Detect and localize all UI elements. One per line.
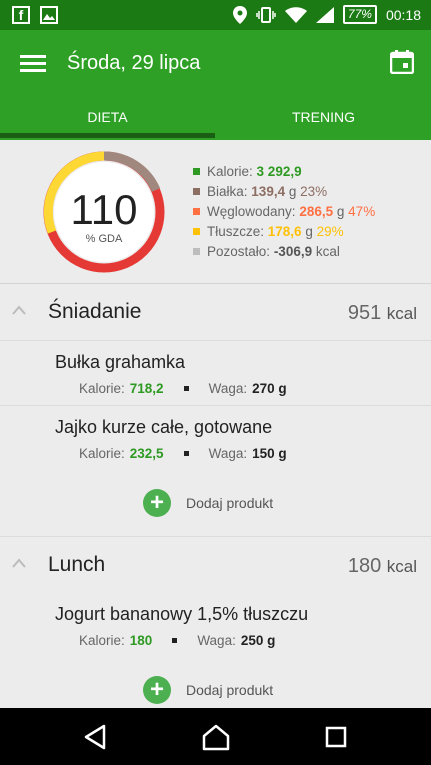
chevron-up-icon[interactable] — [12, 557, 26, 569]
image-icon — [40, 6, 58, 24]
chevron-up-icon[interactable] — [12, 304, 26, 316]
food-item[interactable]: Bułka grahamka Kalorie: 718,2 Waga: 270 g — [0, 341, 431, 406]
legend-weglowodany: Węglowodany: 286,5 g 47% — [193, 204, 375, 224]
legend-dot — [193, 208, 200, 215]
legend-dot — [193, 168, 200, 175]
legend-dot — [193, 228, 200, 235]
legend-value: 139,4 — [251, 184, 286, 199]
battery-icon: 77% — [342, 5, 377, 24]
legend-pozostalo: Pozostało: -306,9 kcal — [193, 244, 375, 264]
legend-kalorie: Kalorie: 3 292,9 — [193, 164, 375, 184]
legend-tluszcze: Tłuszcze: 178,6 g 29% — [193, 224, 375, 244]
location-icon — [232, 5, 247, 24]
food-meta: Kalorie: 718,2 Waga: 270 g — [79, 381, 287, 396]
nutrition-legend: Kalorie: 3 292,9 Białka: 139,4 g 23% Węg… — [193, 164, 375, 264]
food-name: Bułka grahamka — [55, 352, 186, 372]
food-name: Jogurt bananowy 1,5% tłuszczu — [55, 604, 309, 624]
legend-dot — [193, 248, 200, 255]
facebook-icon: f — [12, 6, 30, 24]
legend-value: 3 292,9 — [256, 164, 302, 179]
legend-value: 286,5 — [299, 204, 334, 219]
vibrate-icon — [256, 6, 276, 23]
food-item[interactable]: Jajko kurze całe, gotowane Kalorie: 232,5… — [0, 406, 431, 471]
gda-value: 110 — [70, 186, 138, 233]
legend-value: 178,6 — [267, 224, 302, 239]
meal-title: Lunch — [48, 553, 106, 576]
add-icon[interactable]: + — [143, 676, 171, 704]
add-product-row[interactable]: + Dodaj produkt — [0, 657, 431, 708]
legend-value: -306,9 — [273, 244, 313, 259]
gda-label: % GDA — [85, 233, 123, 245]
nutrition-summary: 110 % GDA Kalorie: 3 292,9 Białka: 139,4… — [0, 140, 431, 284]
legend-dot — [193, 188, 200, 195]
add-product-label[interactable]: Dodaj produkt — [186, 495, 273, 511]
status-bar: f 77% 00:18 — [0, 0, 431, 30]
meal-header-lunch[interactable]: Lunch 180 kcal — [0, 536, 431, 594]
back-icon[interactable] — [76, 722, 116, 752]
app-bar: Środa, 29 lipca — [0, 30, 431, 96]
tab-trening[interactable]: TRENING — [216, 96, 431, 140]
food-name: Jajko kurze całe, gotowane — [55, 417, 273, 437]
meal-kcal: 180 kcal — [347, 555, 417, 577]
meal-title: Śniadanie — [48, 300, 142, 323]
add-icon[interactable]: + — [143, 489, 171, 517]
system-nav-bar — [0, 708, 431, 765]
home-icon[interactable] — [196, 722, 236, 752]
recents-icon[interactable] — [316, 722, 356, 752]
food-item[interactable]: Jogurt bananowy 1,5% tłuszczu Kalorie: 18… — [0, 593, 431, 658]
legend-bialka: Białka: 139,4 g 23% — [193, 184, 375, 204]
tab-indicator — [0, 133, 215, 138]
food-meta: Kalorie: 232,5 Waga: 150 g — [79, 446, 287, 461]
meal-header-breakfast[interactable]: Śniadanie 951 kcal — [0, 284, 431, 341]
meal-kcal: 951 kcal — [347, 302, 417, 324]
add-product-label[interactable]: Dodaj produkt — [186, 682, 273, 698]
clock: 00:18 — [385, 6, 421, 23]
wifi-icon — [284, 6, 307, 23]
page-title: Środa, 29 lipca — [67, 52, 201, 74]
add-product-row[interactable]: + Dodaj produkt — [0, 470, 431, 536]
menu-icon[interactable] — [20, 55, 46, 73]
signal-icon — [315, 6, 334, 23]
calendar-icon[interactable] — [390, 50, 414, 74]
food-meta: Kalorie: 180 Waga: 250 g — [79, 633, 276, 648]
